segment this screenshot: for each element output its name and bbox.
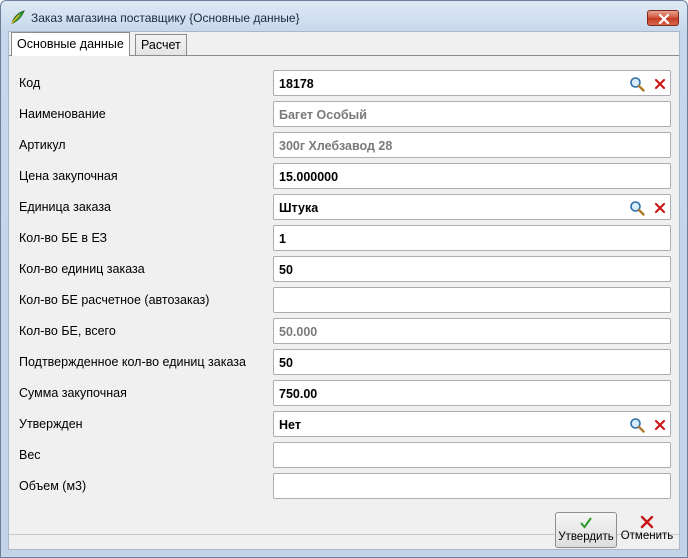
- text-field[interactable]: [273, 442, 671, 468]
- field-label: Артикул: [19, 138, 66, 152]
- checkmark-icon: [580, 517, 592, 529]
- field-label: Наименование: [19, 107, 106, 121]
- lookup-field[interactable]: Штука: [273, 194, 671, 220]
- field-value: 300г Хлебзавод 28: [279, 139, 393, 153]
- field-value: Штука: [279, 201, 319, 215]
- field-value: 18178: [279, 77, 314, 91]
- field-label: Кол-во БЕ в ЕЗ: [19, 231, 108, 245]
- leaf-icon: [11, 10, 25, 24]
- form-row: Цена закупочная 15.000000: [9, 163, 679, 189]
- close-button[interactable]: [647, 10, 679, 26]
- field-value: Багет Особый: [279, 108, 367, 122]
- window-title: Заказ магазина поставщику {Основные данн…: [31, 11, 300, 25]
- field-value: 15.000000: [279, 170, 339, 184]
- clear-icon[interactable]: [654, 202, 666, 214]
- form-row: Объем (м3): [9, 473, 679, 499]
- field-label: Кол-во БЕ расчетное (автозаказ): [19, 293, 210, 307]
- field-label: Сумма закупочная: [19, 386, 127, 400]
- field-label: Единица заказа: [19, 200, 112, 214]
- clear-icon[interactable]: [654, 78, 666, 90]
- tab-main-data[interactable]: Основные данные: [11, 32, 130, 56]
- clear-icon[interactable]: [654, 419, 666, 431]
- form-row: Сумма закупочная 750.00: [9, 380, 679, 406]
- lookup-field[interactable]: 18178: [273, 70, 671, 96]
- cancel-button-label: Отменить: [620, 530, 674, 542]
- text-field[interactable]: 1: [273, 225, 671, 251]
- cancel-button[interactable]: Отменить: [619, 512, 675, 548]
- search-icon[interactable]: [629, 76, 645, 92]
- form-row: Наименование Багет Особый: [9, 101, 679, 127]
- text-field[interactable]: 750.00: [273, 380, 671, 406]
- close-icon: [658, 14, 670, 24]
- form-row: Утвержден Нет: [9, 411, 679, 437]
- field-label: Кол-во единиц заказа: [19, 262, 145, 276]
- search-icon[interactable]: [629, 200, 645, 216]
- dialog-window: Заказ магазина поставщику {Основные данн…: [0, 0, 688, 558]
- search-icon[interactable]: [629, 417, 645, 433]
- form-row: Подтвержденное кол-во единиц заказа 50: [9, 349, 679, 375]
- field-label: Объем (м3): [19, 479, 87, 493]
- field-value: Нет: [279, 418, 301, 432]
- field-label: Цена закупочная: [19, 169, 118, 183]
- form-row: Кол-во БЕ расчетное (автозаказ): [9, 287, 679, 313]
- form-row: Кол-во БЕ, всего 50.000: [9, 318, 679, 344]
- form-row: Кол-во БЕ в ЕЗ 1: [9, 225, 679, 251]
- text-field[interactable]: 300г Хлебзавод 28: [273, 132, 671, 158]
- approve-button-label: Утвердить: [558, 531, 614, 543]
- form-row: Артикул 300г Хлебзавод 28: [9, 132, 679, 158]
- field-label: Код: [19, 76, 41, 90]
- form-row: Код 18178: [9, 70, 679, 96]
- text-field[interactable]: [273, 287, 671, 313]
- field-value: 50: [279, 356, 293, 370]
- text-field[interactable]: 50: [273, 256, 671, 282]
- field-value: 750.00: [279, 387, 318, 401]
- text-field[interactable]: 15.000000: [273, 163, 671, 189]
- form-row: Кол-во единиц заказа 50: [9, 256, 679, 282]
- cross-icon: [640, 515, 654, 529]
- approve-button[interactable]: Утвердить: [555, 512, 617, 548]
- title-bar[interactable]: Заказ магазина поставщику {Основные данн…: [1, 1, 687, 31]
- field-label: Кол-во БЕ, всего: [19, 324, 116, 338]
- tab-label: Расчет: [141, 38, 181, 52]
- tab-panel-main-data: Код 18178 Наименование Багет Особый Артикул 3…: [9, 55, 679, 535]
- dialog-client-area: Основные данные Расчет Код 18178 Наименова…: [8, 31, 680, 550]
- form-row: Единица заказа Штука: [9, 194, 679, 220]
- field-label: Подтвержденное кол-во единиц заказа: [19, 355, 246, 369]
- text-field[interactable]: [273, 473, 671, 499]
- lookup-field[interactable]: Нет: [273, 411, 671, 437]
- form-row: Вес: [9, 442, 679, 468]
- field-value: 1: [279, 232, 286, 246]
- text-field[interactable]: Багет Особый: [273, 101, 671, 127]
- text-field[interactable]: 50: [273, 349, 671, 375]
- field-value: 50: [279, 263, 293, 277]
- field-label: Утвержден: [19, 417, 83, 431]
- field-label: Вес: [19, 448, 41, 462]
- text-field[interactable]: 50.000: [273, 318, 671, 344]
- field-value: 50.000: [279, 325, 318, 339]
- tab-label: Основные данные: [17, 37, 124, 51]
- tab-calculation[interactable]: Расчет: [135, 34, 187, 55]
